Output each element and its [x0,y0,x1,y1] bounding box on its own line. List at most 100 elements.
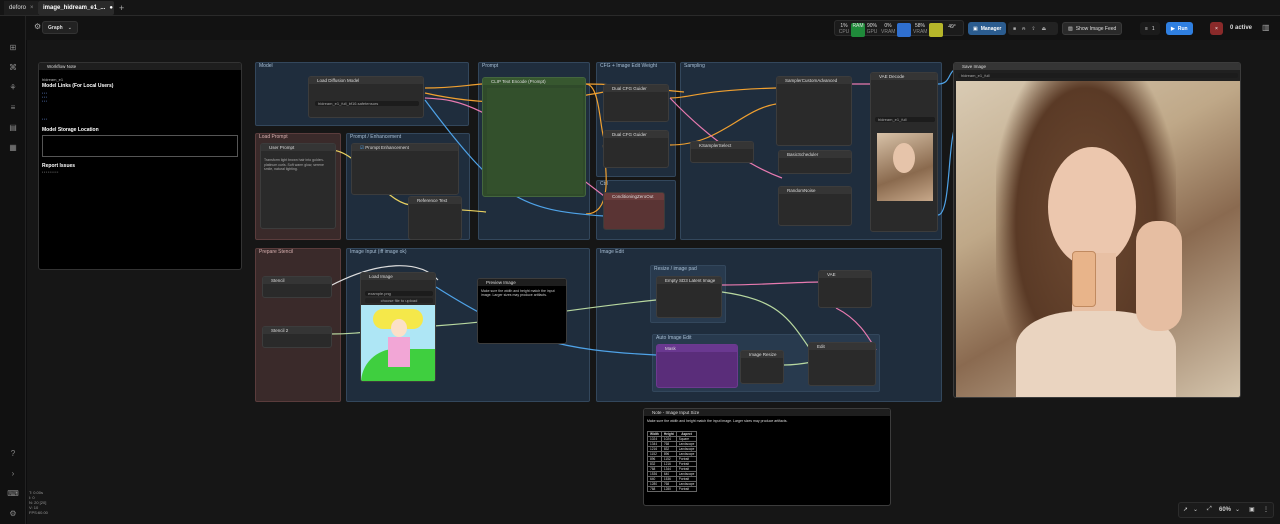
upload-button[interactable]: choose file to upload [365,298,433,303]
filename-prefix-field[interactable]: hidream_e1_full [875,117,935,122]
show-image-feed-button[interactable]: ▧ Show Image Feed [1062,22,1123,35]
workflow-note-node[interactable]: Workflow Note hidream_e1 Model Links (Fo… [38,62,242,270]
random-noise-node[interactable]: RandomNoise [778,186,852,226]
keyboard-icon[interactable]: ⌨ [7,488,19,498]
chevron-down-icon[interactable]: ⌄ [1235,506,1240,513]
cancel-run-button[interactable]: × [1210,22,1223,35]
minimap-icon[interactable]: ▣ [1249,506,1255,513]
image-file-select[interactable]: example.png [365,291,433,296]
stencil-select-node[interactable]: Stencil [262,276,332,298]
upload-icon[interactable]: ⇪ [1031,26,1041,32]
tab-label: deforo [9,5,27,11]
sampler-select-node[interactable]: KSamplerSelect [690,141,754,163]
node-title: Load Diffusion Model [309,77,423,84]
settings-gear-icon[interactable]: ⚙ [8,508,18,518]
stencil-select-node-2[interactable]: Stencil 2 [262,326,332,348]
node-title: BasicScheduler [779,151,851,158]
face-shape [1048,147,1136,267]
face-shape [893,143,915,173]
node-title: Note - Image Input Size [644,409,890,416]
node-title: Mask [657,345,737,352]
preview-image-node[interactable]: Preview Image Make sure the width and he… [477,278,567,344]
node-library-icon[interactable]: ⊞ [8,42,18,52]
node-title: Empty SD3 Latent Image [657,277,721,284]
toolbar-icon-group[interactable]: ■ ⍾ ⇪ ⏏ [1008,22,1058,35]
model-storage-heading: Model Storage Location [42,127,99,133]
workflows-icon[interactable]: ⚘ [8,82,18,92]
vae-encode-node[interactable]: VAE [818,270,872,308]
node-title: Dual CFG Guider [604,131,668,138]
resource-monitor: 1% CPU RAM 90% GPU 0% VRAM 58% VRAM 49° [834,20,964,37]
serum-bottle [1072,251,1096,307]
node-title: User Prompt [261,144,335,151]
run-label: Run [1177,25,1188,32]
graph-dropdown[interactable]: Graph ⌄ [42,21,78,34]
templates-icon[interactable]: ▤ [8,122,18,132]
close-icon[interactable]: × [30,5,34,11]
reference-text-node[interactable]: Reference Text [408,196,462,240]
purple-mask-node[interactable]: Mask [656,344,738,388]
node-title: SamplerCustomAdvanced [777,77,851,84]
panel-toggle-icon[interactable]: ▥ [1262,23,1270,32]
tab-deforo[interactable]: deforo × [4,1,38,15]
table-cell: Landscape [675,471,698,477]
node-title: ☑ Prompt Enhancement [352,144,458,151]
new-tab-button[interactable]: + [114,1,128,15]
queue-icon[interactable]: ≡ [8,102,18,112]
node-title: RandomNoise [779,187,851,194]
ksampler-node[interactable]: SamplerCustomAdvanced [776,76,852,146]
scheduler-node[interactable]: BasicScheduler [778,150,852,174]
terminal-icon[interactable]: › [8,468,18,478]
node-title: Stencil 2 [263,327,331,334]
zoom-level[interactable]: 60% [1219,507,1231,513]
chevron-down-icon[interactable]: ⌄ [1193,506,1198,513]
empty-latent-node[interactable]: Empty SD3 Latent Image [656,276,722,318]
sidebar: ⊞ ⌘ ⚘ ≡ ▤ ▦ ? › ⌨ ⚙ [0,16,26,524]
diffusion-model-select[interactable]: hidream_e1_full_bf16.safetensors [315,101,419,106]
load-diffusion-node[interactable]: Load Diffusion Model hidream_e1_full_bf1… [308,76,424,118]
load-image-node[interactable]: Load Image example.png choose file to up… [360,272,436,382]
user-prompt-node[interactable]: User Prompt Transform light brown hair i… [260,143,336,229]
assets-icon[interactable]: ▦ [8,142,18,152]
tab-active-workflow[interactable]: image_hidream_e1_... ● [38,1,114,15]
clip-text-area[interactable] [487,88,583,194]
group-prepare-stencil[interactable]: Prepare Stencil [255,248,341,402]
play-icon: ▶ [1171,25,1175,32]
prompt-enhancement-node[interactable]: ☑ Prompt Enhancement [351,143,459,195]
note-table-node[interactable]: Note - Image Input Size Make sure the wi… [643,408,891,506]
prompt-textarea[interactable]: Transform light brown hair into golden-p… [264,158,334,226]
model-links-list[interactable]: ▪ ▪ ▪ ▪ ▪ ▪ ▪ ▪ ▪ [42,91,142,111]
conditioning-node[interactable]: ConditioningZeroOut [603,192,665,230]
resize-image-node[interactable]: Image Resize [740,350,784,384]
auto-edit-node[interactable]: Edit [808,342,876,386]
text-encoder-links[interactable]: ▪ ▪ ▪ [42,117,122,123]
output-image-node[interactable]: Save Image hidream_e1_full [953,62,1241,398]
node-title: Stencil [263,277,331,284]
link-visibility-icon[interactable]: ⋮ [1263,506,1269,513]
save-prefix-field[interactable]: hidream_e1_full [958,73,1238,78]
face-shape [391,319,407,337]
pointer-icon[interactable]: ➚ [1183,506,1188,513]
queue-count-stepper[interactable]: ≡ 1 [1140,22,1160,35]
manager-button[interactable]: ▣ Manager [968,22,1007,35]
cfg-guider-node[interactable]: Dual CFG Guider [603,84,669,122]
output-image-preview [956,81,1240,397]
run-button[interactable]: ▶ Run [1166,22,1193,35]
tab-label: image_hidream_e1_... [43,5,106,11]
node-title: Edit [809,343,875,350]
cfg-guider-node-2[interactable]: Dual CFG Guider [603,130,669,168]
fit-view-icon[interactable]: ⤢ [1207,506,1212,513]
note-table-text: Make sure the width and height match the… [647,419,788,423]
bell-icon[interactable]: ⍾ [1022,26,1031,32]
note-heading: hidream_e1 [42,77,64,82]
help-icon[interactable]: ? [8,448,18,458]
clip-text-encode-node[interactable]: CLIP Text Encode (Prompt) [482,77,586,197]
node-title: ConditioningZeroOut [604,193,664,200]
save-image-node[interactable]: VAE Decode hidream_e1_full [870,72,938,232]
workflow-icon[interactable]: ⚙ [34,22,41,31]
table-cell: Portrait [675,486,698,492]
model-library-icon[interactable]: ⌘ [8,62,18,72]
temp-bar [929,23,943,37]
stop-icon[interactable]: ■ [1013,26,1022,32]
eject-icon[interactable]: ⏏ [1042,26,1053,32]
